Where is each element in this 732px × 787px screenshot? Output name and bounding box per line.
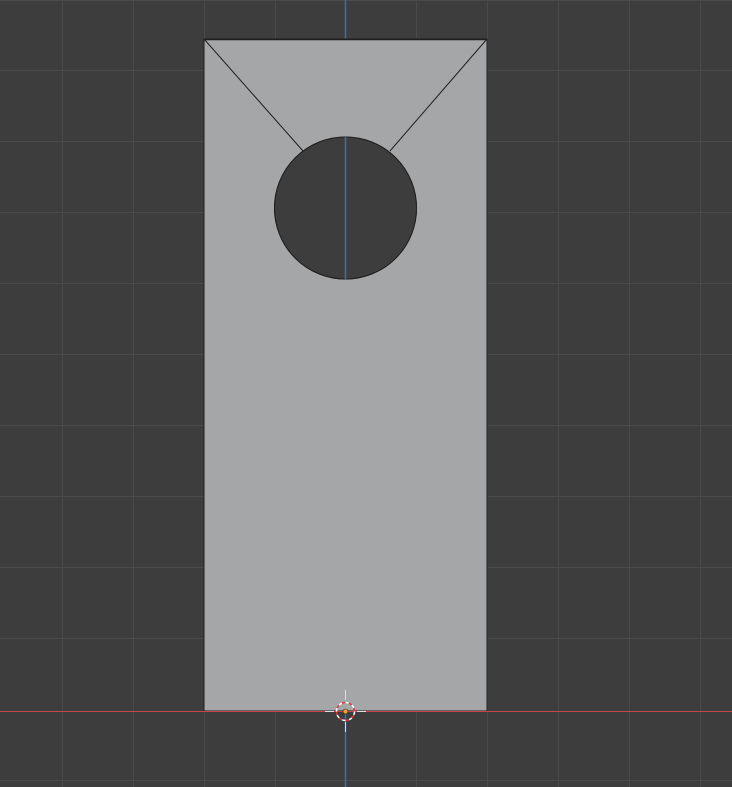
viewport-canvas[interactable] bbox=[0, 0, 732, 787]
3d-viewport[interactable] bbox=[0, 0, 732, 787]
object-origin-icon bbox=[342, 708, 349, 715]
